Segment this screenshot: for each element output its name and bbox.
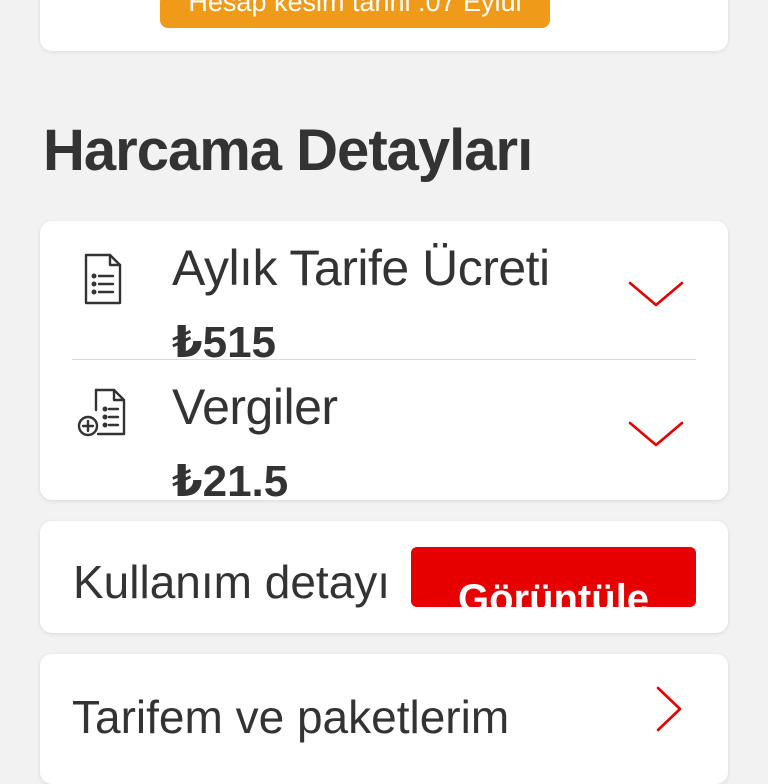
chevron-down-icon[interactable] [626,417,686,451]
spending-item-amount: ₺21.5 [172,457,289,500]
tariff-packages-label: Tarifem ve paketlerim [72,691,510,743]
spending-details-title: Harcama Detayları [43,118,533,183]
billing-summary-card: Hesap kesim tarihi :07 Eylül [40,0,728,51]
document-list-icon [84,253,122,305]
billing-cutoff-badge: Hesap kesim tarihi :07 Eylül [160,0,550,28]
chevron-down-icon[interactable] [626,277,686,311]
spending-item-monthly-fee[interactable]: Aylık Tarife Ücreti ₺515 [40,221,728,361]
spending-item-taxes[interactable]: Vergiler ₺21.5 [40,360,728,500]
spending-item-label: Aylık Tarife Ücreti [172,240,550,296]
tariff-packages-card[interactable]: Tarifem ve paketlerim [40,654,728,784]
chevron-right-icon[interactable] [650,684,686,734]
billing-cutoff-text: Hesap kesim tarihi :07 Eylül [188,0,522,17]
view-button[interactable]: Görüntüle [411,547,696,607]
spending-item-label: Vergiler [172,379,338,435]
view-button-label: Görüntüle [457,576,650,608]
document-add-icon [77,388,126,437]
usage-details-label: Kullanım detayı [73,556,391,608]
spending-details-card: Aylık Tarife Ücreti ₺515 Vergiler ₺21.5 [40,221,728,500]
usage-details-card: Kullanım detayı Görüntüle [40,521,728,633]
spending-item-amount: ₺515 [172,318,277,361]
